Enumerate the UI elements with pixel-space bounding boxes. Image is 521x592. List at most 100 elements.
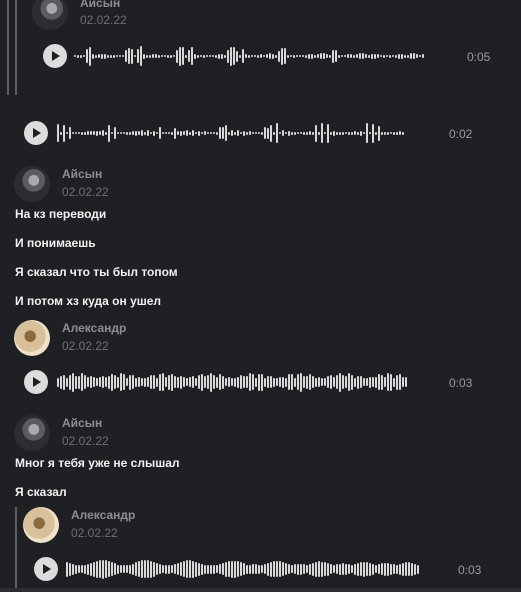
wave-bar	[231, 130, 233, 136]
avatar[interactable]	[23, 507, 59, 543]
wave-bar	[378, 374, 380, 390]
wave-bar	[128, 48, 130, 64]
wave-bar	[198, 562, 200, 576]
wave-bar	[108, 375, 110, 389]
wave-bar	[339, 372, 341, 392]
message-date: 02.02.22	[62, 185, 109, 199]
wave-bar	[269, 53, 271, 59]
wave-bar	[303, 131, 305, 135]
wave-bar	[321, 378, 323, 386]
avatar[interactable]	[32, 0, 68, 30]
wave-bar	[411, 562, 413, 576]
wave-bar	[215, 54, 217, 58]
wave-bar	[186, 378, 188, 386]
author-name[interactable]: Айсын	[62, 416, 102, 430]
wave-bar	[126, 131, 128, 135]
wave-bar	[375, 565, 377, 573]
wave-bar	[318, 131, 320, 135]
wave-bar	[170, 54, 172, 58]
wave-bar	[294, 131, 296, 135]
wave-bar	[69, 562, 71, 576]
play-button[interactable]	[34, 557, 58, 581]
play-button[interactable]	[24, 121, 48, 145]
wave-bar	[153, 375, 155, 389]
wave-bar	[362, 53, 364, 59]
author-name[interactable]: Айсын	[62, 167, 102, 181]
wave-bar	[282, 562, 284, 576]
voice-waveform[interactable]	[57, 121, 405, 145]
wave-bar	[305, 54, 307, 58]
wave-bar	[222, 127, 224, 139]
wave-bar	[84, 131, 86, 135]
wave-bar	[299, 55, 301, 57]
wave-bar	[359, 53, 361, 59]
wave-bar	[164, 55, 166, 57]
wave-bar	[372, 377, 374, 387]
wave-bar	[279, 561, 281, 577]
wave-bar	[104, 53, 106, 59]
wave-bar	[159, 127, 161, 139]
wave-bar	[192, 560, 194, 578]
wave-bar	[183, 377, 185, 387]
wave-bar	[345, 132, 347, 134]
wave-bar	[387, 373, 389, 391]
wave-bar	[69, 374, 71, 390]
wave-bar	[329, 54, 331, 58]
wave-bar	[285, 563, 287, 575]
wave-bar	[314, 54, 316, 58]
avatar[interactable]	[14, 320, 50, 356]
wave-bar	[321, 561, 323, 577]
wave-bar	[78, 565, 80, 573]
wave-bar	[192, 376, 194, 388]
avatar[interactable]	[14, 415, 50, 451]
play-button[interactable]	[43, 44, 67, 68]
wave-bar	[354, 377, 356, 387]
wave-bar	[156, 132, 158, 134]
wave-bar	[416, 54, 418, 58]
wave-bar	[390, 373, 392, 391]
wave-bar	[324, 132, 326, 134]
author-name[interactable]: Александр	[62, 321, 126, 335]
wave-bar	[263, 55, 265, 57]
wave-bar	[168, 132, 170, 134]
voice-waveform[interactable]	[74, 44, 427, 68]
play-button[interactable]	[24, 370, 48, 394]
wave-bar	[84, 564, 86, 574]
wave-bar	[266, 54, 268, 58]
wave-bar	[87, 131, 89, 135]
wave-bar	[389, 54, 391, 58]
wave-bar	[249, 373, 251, 391]
wave-bar	[57, 377, 59, 387]
forward-quote-bar	[15, 0, 17, 95]
avatar[interactable]	[14, 166, 50, 202]
wave-bar	[75, 375, 77, 389]
wave-bar	[396, 131, 398, 135]
wave-bar	[138, 561, 140, 577]
wave-bar	[357, 562, 359, 576]
wave-bar	[195, 132, 197, 134]
wave-bar	[386, 55, 388, 57]
wave-bar	[227, 49, 229, 63]
wave-bar	[330, 564, 332, 574]
wave-bar	[95, 54, 97, 58]
wave-bar	[363, 378, 365, 386]
voice-waveform[interactable]	[66, 557, 420, 581]
author-name[interactable]: Александр	[71, 508, 135, 522]
wave-bar	[111, 562, 113, 576]
wave-bar	[315, 561, 317, 577]
wave-bar	[366, 562, 368, 576]
message-date: 02.02.22	[62, 434, 109, 448]
wave-bar	[174, 127, 176, 139]
wave-bar	[372, 563, 374, 575]
wave-bar	[392, 55, 394, 57]
wave-bar	[288, 130, 290, 136]
wave-bar	[366, 378, 368, 386]
wave-bar	[102, 130, 104, 136]
wave-bar	[315, 377, 317, 387]
wave-bar	[348, 564, 350, 574]
wave-bar	[225, 561, 227, 577]
wave-bar	[84, 375, 86, 389]
voice-waveform[interactable]	[57, 370, 410, 394]
wave-bar	[255, 132, 257, 134]
author-name[interactable]: Айсын	[80, 0, 120, 10]
